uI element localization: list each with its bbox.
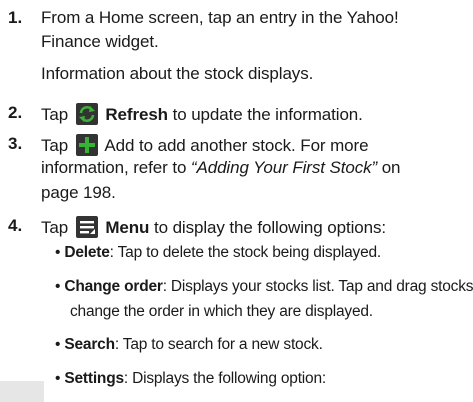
step-3-line-1-rest: Add to add another stock. For more bbox=[104, 136, 369, 155]
bullet-search-term: Search bbox=[64, 336, 115, 353]
menu-label: Menu bbox=[105, 218, 150, 237]
bullet-change-order-term: Change order bbox=[64, 278, 163, 295]
add-icon bbox=[75, 134, 98, 156]
cross-reference: “Adding Your First Stock” bbox=[190, 158, 378, 177]
step-1-number: 1. bbox=[8, 8, 23, 27]
bullet-change-order-cont: change the order in which they are displ… bbox=[70, 303, 373, 320]
bullet-settings: • Settings: Displays the following optio… bbox=[55, 370, 326, 387]
bullet-settings-term: Settings bbox=[64, 370, 124, 387]
step-4-line: Tap Menu to display the following option… bbox=[41, 216, 386, 238]
step-3-line-2: information, refer to “Adding Your First… bbox=[41, 158, 401, 178]
step-2-number: 2. bbox=[8, 103, 23, 122]
step-3-line-1: Tap Add to add another stock. For more bbox=[41, 134, 369, 156]
refresh-label: Refresh bbox=[105, 105, 168, 124]
step-3-line-3: page 198. bbox=[41, 183, 116, 202]
step-4-tap: Tap bbox=[41, 218, 69, 237]
menu-icon bbox=[75, 216, 98, 238]
bullet-delete-text: : Tap to delete the stock being displaye… bbox=[109, 244, 382, 261]
step-2-line: Tap Refresh to update the information. bbox=[41, 103, 363, 125]
bullet-delete-term: Delete bbox=[64, 244, 110, 261]
bullet-settings-text: : Displays the following option: bbox=[123, 370, 326, 387]
bullet-change-order: • Change order: Displays your stocks lis… bbox=[55, 278, 473, 296]
bullet-search-text: : Tap to search for a new stock. bbox=[114, 336, 323, 353]
step-2-tap: Tap bbox=[41, 105, 69, 124]
refresh-icon bbox=[75, 103, 98, 125]
step-1-line-2: Finance widget. bbox=[41, 32, 159, 51]
step-1-line-3: Information about the stock displays. bbox=[41, 64, 314, 83]
step-3-line-2-pre: information, refer to bbox=[41, 158, 191, 177]
step-3-tap: Tap bbox=[41, 136, 69, 155]
step-1-line-1: From a Home screen, tap an entry in the … bbox=[41, 8, 399, 27]
step-2-rest: to update the information. bbox=[172, 105, 363, 124]
step-3-number: 3. bbox=[8, 134, 23, 153]
bullet-delete: • Delete: Tap to delete the stock being … bbox=[55, 244, 382, 261]
bullet-search: • Search: Tap to search for a new stock. bbox=[55, 336, 323, 353]
step-4-number: 4. bbox=[8, 216, 23, 235]
step-3-line-2-post: on bbox=[377, 158, 401, 177]
page-edge-mark bbox=[0, 381, 44, 402]
bullet-change-order-text: : Displays your stocks list. Tap and dra… bbox=[162, 278, 473, 295]
step-4-rest: to display the following options: bbox=[153, 218, 386, 237]
